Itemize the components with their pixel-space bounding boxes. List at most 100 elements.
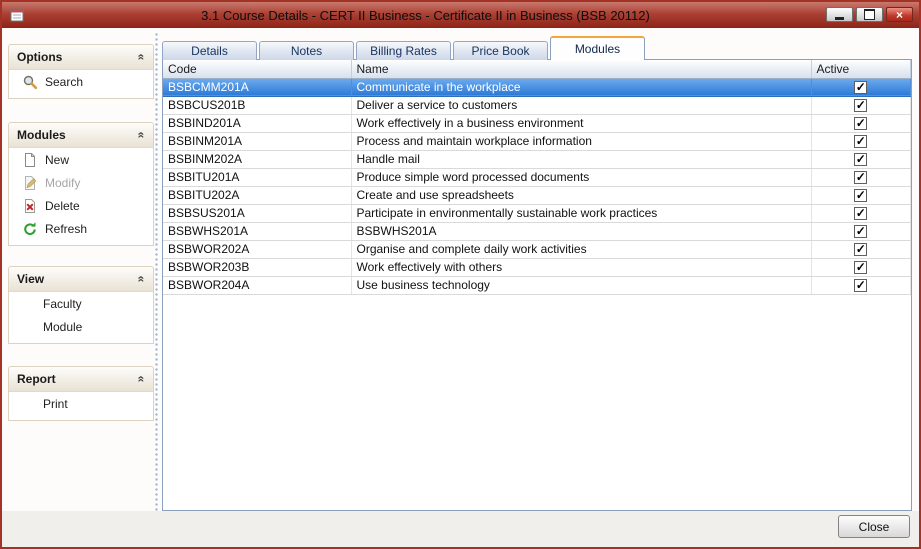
view-panel-header[interactable]: View « xyxy=(9,267,153,292)
minimize-button[interactable] xyxy=(826,7,853,22)
window-controls: × xyxy=(826,7,913,22)
course-details-window: 3.1 Course Details - CERT II Business - … xyxy=(0,0,921,549)
modules-table: Code Name Active BSBCMM201A Communicate … xyxy=(163,60,911,295)
close-button[interactable]: Close xyxy=(838,515,910,538)
footer-bar xyxy=(2,511,919,547)
cell-active: ✓ xyxy=(811,132,911,150)
cell-name: Handle mail xyxy=(351,150,811,168)
table-row[interactable]: BSBWOR204A Use business technology ✓ xyxy=(163,276,911,294)
cell-name: Communicate in the workplace xyxy=(351,78,811,96)
table-row[interactable]: BSBINM201A Process and maintain workplac… xyxy=(163,132,911,150)
collapse-chevron-icon[interactable]: « xyxy=(135,132,149,139)
options-panel-header[interactable]: Options « xyxy=(9,45,153,70)
table-row[interactable]: BSBCUS201B Deliver a service to customer… xyxy=(163,96,911,114)
table-row[interactable]: BSBWOR202A Organise and complete daily w… xyxy=(163,240,911,258)
table-row[interactable]: BSBITU201A Produce simple word processed… xyxy=(163,168,911,186)
cell-code: BSBINM202A xyxy=(163,150,351,168)
cell-name: Create and use spreadsheets xyxy=(351,186,811,204)
table-row[interactable]: BSBWOR203B Work effectively with others … xyxy=(163,258,911,276)
column-header-code[interactable]: Code xyxy=(163,60,351,78)
active-checkbox[interactable]: ✓ xyxy=(854,225,867,238)
sidebar-item-module[interactable]: Module xyxy=(9,315,153,338)
active-checkbox[interactable]: ✓ xyxy=(854,207,867,220)
collapse-chevron-icon[interactable]: « xyxy=(135,376,149,383)
cell-active: ✓ xyxy=(811,96,911,114)
title-bar[interactable]: 3.1 Course Details - CERT II Business - … xyxy=(2,2,919,28)
window-title: 3.1 Course Details - CERT II Business - … xyxy=(42,8,809,23)
tab-price-book[interactable]: Price Book xyxy=(453,41,548,60)
faculty-label: Faculty xyxy=(43,297,82,311)
tab-billing-rates[interactable]: Billing Rates xyxy=(356,41,451,60)
report-panel-header[interactable]: Report « xyxy=(9,367,153,392)
cell-name: Work effectively in a business environme… xyxy=(351,114,811,132)
tab-notes[interactable]: Notes xyxy=(259,41,354,60)
tab-modules[interactable]: Modules xyxy=(550,36,645,60)
sidebar-item-search[interactable]: Search xyxy=(9,70,153,93)
sidebar-item-delete[interactable]: Delete xyxy=(9,194,153,217)
active-checkbox[interactable]: ✓ xyxy=(854,279,867,292)
cell-active: ✓ xyxy=(811,240,911,258)
cell-active: ✓ xyxy=(811,114,911,132)
table-row[interactable]: BSBINM202A Handle mail ✓ xyxy=(163,150,911,168)
cell-name: Process and maintain workplace informati… xyxy=(351,132,811,150)
options-panel: Options « Search xyxy=(8,44,154,99)
column-header-active[interactable]: Active xyxy=(811,60,911,78)
print-label: Print xyxy=(43,397,68,411)
module-label: Module xyxy=(43,320,82,334)
cell-active: ✓ xyxy=(811,78,911,96)
module-table-body: BSBCMM201A Communicate in the workplace … xyxy=(163,78,911,294)
cell-code: BSBWOR204A xyxy=(163,276,351,294)
cell-name: Organise and complete daily work activit… xyxy=(351,240,811,258)
tab-details[interactable]: Details xyxy=(162,41,257,60)
new-label: New xyxy=(45,153,69,167)
active-checkbox[interactable]: ✓ xyxy=(854,261,867,274)
sidebar-item-modify[interactable]: Modify xyxy=(9,171,153,194)
table-row[interactable]: BSBIND201A Work effectively in a busines… xyxy=(163,114,911,132)
modules-grid: Code Name Active BSBCMM201A Communicate … xyxy=(162,59,912,511)
cell-code: BSBCUS201B xyxy=(163,96,351,114)
maximize-icon xyxy=(864,9,875,20)
search-icon xyxy=(22,74,38,90)
active-checkbox[interactable]: ✓ xyxy=(854,171,867,184)
active-checkbox[interactable]: ✓ xyxy=(854,81,867,94)
cell-code: BSBCMM201A xyxy=(163,78,351,96)
close-window-button[interactable]: × xyxy=(886,7,913,22)
sidebar-item-new[interactable]: New xyxy=(9,148,153,171)
collapse-chevron-icon[interactable]: « xyxy=(135,54,149,61)
active-checkbox[interactable]: ✓ xyxy=(854,189,867,202)
refresh-label: Refresh xyxy=(45,222,87,236)
cell-active: ✓ xyxy=(811,186,911,204)
column-header-name[interactable]: Name xyxy=(351,60,811,78)
modify-label: Modify xyxy=(45,176,80,190)
close-icon: × xyxy=(896,9,903,21)
table-row[interactable]: BSBWHS201A BSBWHS201A ✓ xyxy=(163,222,911,240)
modules-panel-title: Modules xyxy=(17,128,66,142)
active-checkbox[interactable]: ✓ xyxy=(854,99,867,112)
maximize-button[interactable] xyxy=(856,7,883,22)
minimize-icon xyxy=(835,17,844,20)
cell-code: BSBITU201A xyxy=(163,168,351,186)
sidebar-item-print[interactable]: Print xyxy=(9,392,153,415)
cell-name: Use business technology xyxy=(351,276,811,294)
app-icon xyxy=(9,7,25,23)
active-checkbox[interactable]: ✓ xyxy=(854,117,867,130)
cell-code: BSBWOR203B xyxy=(163,258,351,276)
collapse-chevron-icon[interactable]: « xyxy=(135,276,149,283)
cell-name: BSBWHS201A xyxy=(351,222,811,240)
splitter-handle[interactable] xyxy=(153,32,160,514)
table-row[interactable]: BSBSUS201A Participate in environmentall… xyxy=(163,204,911,222)
sidebar-item-faculty[interactable]: Faculty xyxy=(9,292,153,315)
table-row[interactable]: BSBCMM201A Communicate in the workplace … xyxy=(163,78,911,96)
sidebar-item-refresh[interactable]: Refresh xyxy=(9,217,153,240)
active-checkbox[interactable]: ✓ xyxy=(854,243,867,256)
delete-icon xyxy=(22,198,38,214)
modules-panel-header[interactable]: Modules « xyxy=(9,123,153,148)
cell-active: ✓ xyxy=(811,168,911,186)
cell-name: Produce simple word processed documents xyxy=(351,168,811,186)
cell-active: ✓ xyxy=(811,222,911,240)
table-row[interactable]: BSBITU202A Create and use spreadsheets ✓ xyxy=(163,186,911,204)
active-checkbox[interactable]: ✓ xyxy=(854,135,867,148)
delete-label: Delete xyxy=(45,199,80,213)
active-checkbox[interactable]: ✓ xyxy=(854,153,867,166)
cell-code: BSBWOR202A xyxy=(163,240,351,258)
